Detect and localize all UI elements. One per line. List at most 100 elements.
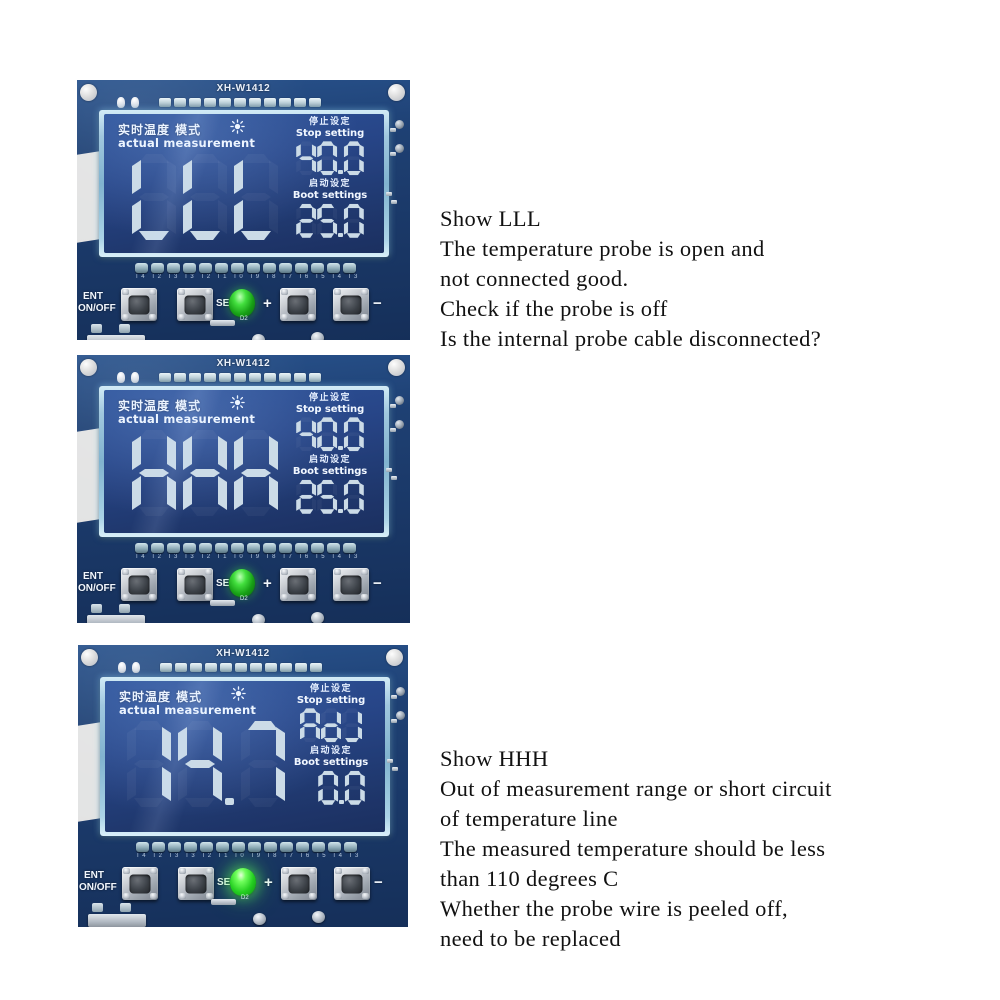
solder-pad [216,842,229,852]
header-pin [174,373,186,382]
seven-segment-digit [344,770,365,805]
header-pin [309,373,321,382]
onoff-label: ON/OFF [78,583,116,594]
header-pin [160,663,172,672]
terminal-pad [92,903,103,912]
top-pin-header [159,98,321,107]
lcd-header-english: actual measurement [118,412,256,426]
seven-segment-digit [343,203,364,238]
header-pin [249,98,261,107]
boot-setting-value [284,203,376,239]
lcd-header-english: actual measurement [119,703,257,717]
smd-component [391,200,397,204]
seven-segment-digit [321,708,341,742]
plus-button[interactable] [280,288,316,321]
seven-segment-digit [317,417,337,451]
ent-onoff-button[interactable] [121,568,157,601]
minus-button[interactable] [334,867,370,900]
solder-pad [135,543,148,553]
panel-row-hhh: XH-W1412 实时温度 模式 actual measurement 停止设定 Sto… [0,355,1000,951]
minus-label: − [373,295,382,312]
lcd-module: 实时温度 模式 actual measurement 停止设定 Stop settin… [99,110,389,257]
solder-pad [328,842,341,852]
seven-segment-digit [296,203,316,238]
minus-label: − [373,575,382,592]
stop-setting-value [284,416,376,452]
seven-segment-digit [178,721,222,807]
decimal-point [338,232,343,237]
solder-pad [151,543,164,553]
stop-setting-value-block: 停止设定 Stop setting [284,117,376,176]
header-pin [309,98,321,107]
set-button[interactable] [178,867,214,900]
header-pin [280,663,292,672]
solder-pad [327,263,340,273]
terminal-pad [119,324,130,333]
board-screw [253,913,266,925]
board-model-label: XH-W1412 [216,83,271,94]
board-screw [311,332,324,340]
stop-setting-label-cn: 停止设定 [308,117,351,127]
via-hole [395,144,404,153]
board-model-label: XH-W1412 [216,358,271,369]
minus-button[interactable] [333,288,369,321]
boot-setting-value [284,479,376,515]
seven-segment-digit [296,417,316,451]
solder-pad [247,263,260,273]
minus-button[interactable] [333,568,369,601]
smd-component [390,428,396,432]
description-line: not connected good. [440,266,629,291]
plus-button[interactable] [280,568,316,601]
description-lll: Show LLL The temperature probe is open an… [440,204,1000,354]
page-root: XH-W1412 实时温度 模式 actual measurement 停止设定 Sto… [0,0,1000,1000]
board-screw [252,334,265,340]
set-button[interactable] [177,568,213,601]
solder-pad [312,842,325,852]
board-screw [311,612,324,623]
header-pin [204,98,216,107]
set-button[interactable] [177,288,213,321]
smd-component [390,404,396,408]
background-paper-edge [77,427,101,524]
solder-pad [167,543,180,553]
solder-pad [232,842,245,852]
ent-onoff-button[interactable] [122,867,158,900]
smd-component [390,152,396,156]
terminal-block [87,615,145,623]
seven-segment-digit [132,154,176,240]
solder-pad [295,543,308,553]
header-pin [189,98,201,107]
terminal-pad [91,604,102,613]
seven-segment-digit [183,430,227,516]
boot-setting-value-block: 启动设定 Boot settings [285,746,377,805]
plus-button[interactable] [281,867,317,900]
terminal-block [88,914,146,927]
setpoint-column: 停止设定 Stop setting 启动设定 Boot settings [285,684,377,806]
solder-pad [151,263,164,273]
lcd-pad-strip [136,842,357,852]
solder-pad [344,842,357,852]
seven-segment-digit [300,708,320,742]
seven-segment-digit [317,479,337,514]
header-pin [159,373,171,382]
header-pin [279,373,291,382]
background-paper-edge [78,721,102,822]
ent-onoff-button[interactable] [121,288,157,321]
lcd-header-english: actual measurement [118,136,256,150]
boot-setting-label-cn: 启动设定 [309,746,352,757]
header-pin [250,663,262,672]
header-pin [234,98,246,107]
header-pin [174,98,186,107]
description-line: The temperature probe is open and [440,236,765,261]
seven-segment-digit [318,770,338,805]
ent-label: ENT [84,870,104,881]
seven-segment-digit [132,430,176,516]
solder-pad [183,263,196,273]
boot-setting-label-en: Boot settings [292,466,368,478]
solder-pad [168,842,181,852]
solder-pad [343,543,356,553]
solder-pad [311,543,324,553]
header-pin [294,98,306,107]
solder-pad [231,543,244,553]
smd-component [391,719,397,723]
